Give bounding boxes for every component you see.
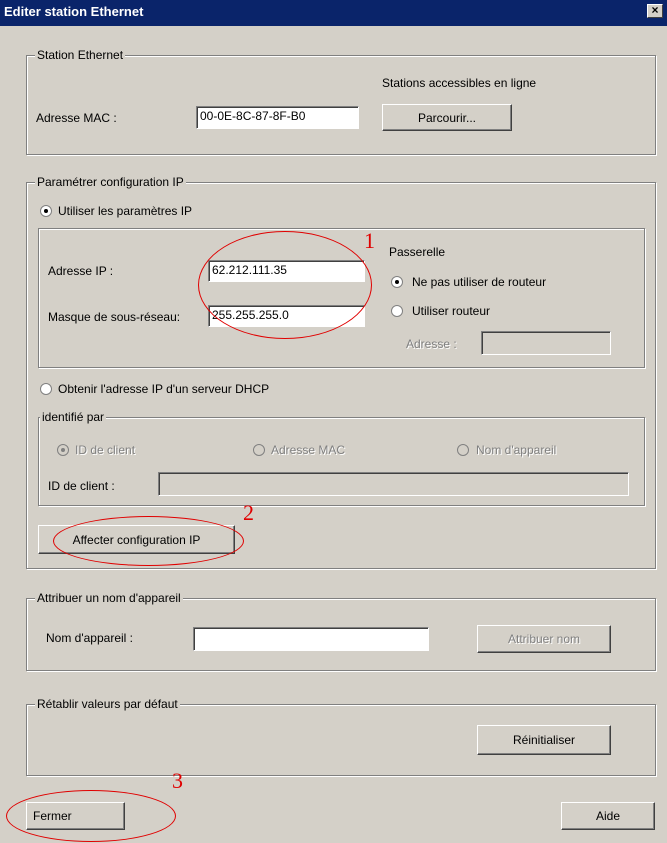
use-router-label: Utiliser routeur bbox=[412, 304, 491, 318]
station-ethernet-group: Station Ethernet bbox=[26, 48, 656, 155]
ip-configuration-group-label: Paramétrer configuration IP bbox=[35, 175, 186, 189]
annotation-oval-3 bbox=[6, 790, 176, 842]
use-ip-radio[interactable] bbox=[40, 205, 52, 217]
station-ethernet-group-label: Station Ethernet bbox=[35, 48, 126, 62]
device-name-label: Nom d'appareil : bbox=[46, 631, 133, 645]
annotation-number-1: 1 bbox=[364, 228, 375, 253]
no-router-label: Ne pas utiliser de routeur bbox=[412, 275, 547, 289]
device-name-option-label: Nom d'appareil bbox=[476, 443, 557, 457]
assign-name-button[interactable]: Attribuer nom bbox=[477, 625, 611, 653]
client-id-option-label: ID de client bbox=[75, 443, 136, 457]
router-address-label: Adresse : bbox=[406, 337, 457, 351]
reset-button[interactable]: Réinitialiser bbox=[477, 725, 611, 755]
title-bar: Editer station Ethernet × bbox=[0, 0, 667, 26]
device-name-option-radio[interactable] bbox=[457, 444, 469, 456]
dhcp-label: Obtenir l'adresse IP d'un serveur DHCP bbox=[58, 382, 270, 396]
annotation-oval-1 bbox=[198, 231, 372, 339]
mac-option-label: Adresse MAC bbox=[271, 443, 346, 457]
no-router-radio[interactable] bbox=[391, 276, 403, 288]
mac-option-radio[interactable] bbox=[253, 444, 265, 456]
annotation-number-3: 3 bbox=[172, 768, 183, 793]
client-id-label: ID de client : bbox=[48, 479, 115, 493]
client-id-field[interactable] bbox=[158, 472, 629, 496]
close-icon[interactable]: × bbox=[647, 4, 663, 18]
annotation-oval-2 bbox=[53, 516, 244, 566]
router-address-field[interactable] bbox=[481, 331, 611, 355]
reset-defaults-group-label: Rétablir valeurs par défaut bbox=[35, 697, 180, 711]
online-stations-label: Stations accessibles en ligne bbox=[382, 76, 537, 90]
gateway-label: Passerelle bbox=[389, 245, 446, 259]
ip-address-label: Adresse IP : bbox=[48, 264, 114, 278]
device-name-field[interactable] bbox=[193, 627, 429, 651]
mac-address-field[interactable]: 00-0E-8C-87-8F-B0 bbox=[196, 106, 359, 129]
annotation-number-2: 2 bbox=[243, 500, 254, 525]
mac-address-label: Adresse MAC : bbox=[36, 111, 117, 125]
edit-ethernet-station-dialog: Editer station Ethernet × Station Ethern… bbox=[0, 0, 667, 843]
browse-button[interactable]: Parcourir... bbox=[382, 104, 512, 131]
use-ip-label: Utiliser les paramètres IP bbox=[58, 204, 193, 218]
dhcp-radio[interactable] bbox=[40, 383, 52, 395]
subnet-mask-label: Masque de sous-réseau: bbox=[48, 310, 181, 324]
client-id-radio[interactable] bbox=[57, 444, 69, 456]
help-button[interactable]: Aide bbox=[561, 802, 655, 830]
identified-by-label: identifié par bbox=[40, 410, 107, 424]
use-router-radio[interactable] bbox=[391, 305, 403, 317]
window-title: Editer station Ethernet bbox=[4, 4, 144, 19]
device-name-group-label: Attribuer un nom d'appareil bbox=[35, 591, 183, 605]
